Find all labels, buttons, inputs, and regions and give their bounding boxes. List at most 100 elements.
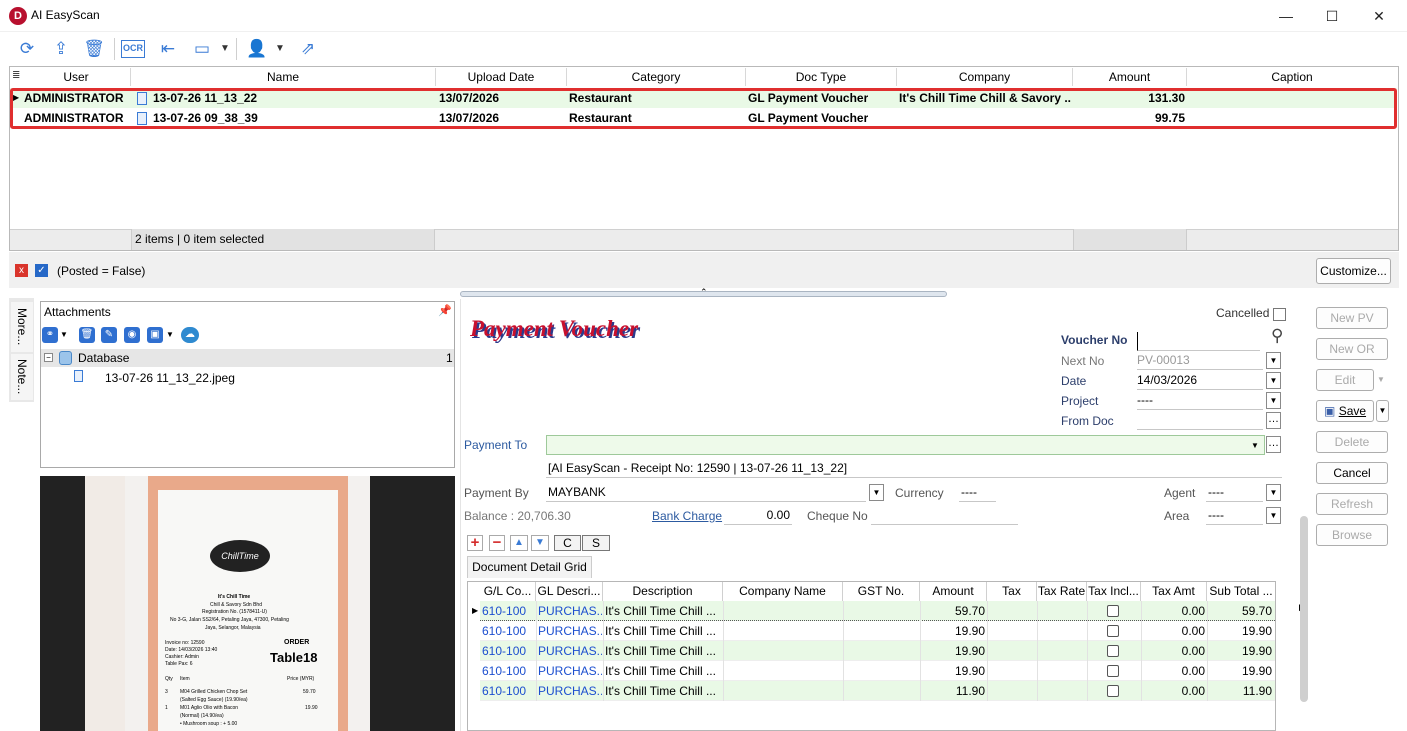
move-up-icon[interactable]: ▲ (510, 535, 528, 551)
bank-charge-input[interactable]: 0.00 (724, 506, 792, 525)
edit-pencil-icon[interactable]: ✎ (101, 327, 117, 343)
dcol-gst-no[interactable]: GST No. (843, 582, 920, 601)
tab-note[interactable]: Note... (11, 354, 33, 400)
area-select[interactable]: ---- (1206, 506, 1263, 525)
col-header-company[interactable]: Company (897, 68, 1073, 86)
voucher-no-input[interactable] (1137, 332, 1260, 351)
dcol-gl-desc[interactable]: GL Descri... (536, 582, 603, 601)
project-dropdown[interactable]: ▼ (1266, 392, 1281, 409)
tax-inclusive-checkbox[interactable] (1107, 645, 1119, 657)
cancel-button[interactable]: Cancel (1316, 462, 1388, 484)
maximize-button[interactable]: ☐ (1309, 0, 1355, 32)
dcol-tax-inclusive[interactable]: Tax Incl... (1087, 582, 1141, 601)
payment-by-select[interactable]: MAYBANK (546, 483, 866, 502)
dcol-description[interactable]: Description (603, 582, 723, 601)
next-no-dropdown[interactable]: ▼ (1266, 352, 1281, 369)
col-header-name[interactable]: Name (131, 68, 436, 86)
move-down-icon[interactable]: ▼ (531, 535, 549, 551)
col-header-upload-date[interactable]: Upload Date (436, 68, 567, 86)
save-dropdown-button[interactable]: ▼ (1376, 400, 1389, 422)
filter-text[interactable]: (Posted = False) (57, 264, 145, 278)
add-row-icon[interactable]: + (467, 535, 483, 551)
user-dropdown-chevron-icon[interactable]: ▼ (273, 38, 287, 60)
col-header-amount[interactable]: Amount (1073, 68, 1187, 86)
minimize-button[interactable]: — (1263, 0, 1309, 32)
remove-row-icon[interactable]: − (489, 535, 505, 551)
currency-select[interactable]: ---- (959, 483, 996, 502)
from-doc-input[interactable] (1137, 411, 1263, 430)
area-dropdown[interactable]: ▼ (1266, 507, 1281, 524)
filter-enabled-checkbox[interactable]: ✓ (35, 264, 48, 277)
receipt-date: Date: 14/03/2026 13:40 (165, 647, 218, 653)
dcol-gl-code[interactable]: G/L Co... (480, 582, 536, 601)
date-dropdown[interactable]: ▼ (1266, 372, 1281, 389)
date-input[interactable]: 14/03/2026 (1137, 371, 1263, 390)
user-icon[interactable]: 👤 (245, 38, 269, 60)
agent-dropdown[interactable]: ▼ (1266, 484, 1281, 501)
ocr-icon[interactable]: OCR (121, 40, 145, 58)
agent-select[interactable]: ---- (1206, 483, 1263, 502)
delete-button[interactable]: Delete (1316, 431, 1388, 453)
link-dropdown-chevron-icon[interactable]: ▼ (60, 330, 68, 339)
layout-icon[interactable]: ▭ (190, 38, 214, 60)
new-pv-button[interactable]: New PV (1316, 307, 1388, 329)
collapse-icon[interactable]: ⇤ (156, 38, 180, 60)
link-icon[interactable]: ⚭ (42, 327, 58, 343)
dcell-description: It's Chill Time Chill ... (605, 604, 716, 618)
cancelled-checkbox[interactable] (1273, 308, 1286, 321)
col-header-doc-type[interactable]: Doc Type (746, 68, 897, 86)
share-icon[interactable]: ⇗ (296, 38, 320, 60)
column-chooser-icon[interactable]: ≣ (12, 70, 20, 81)
dcol-tax-amt[interactable]: Tax Amt (1141, 582, 1207, 601)
col-header-user[interactable]: User (22, 68, 131, 86)
s-button[interactable]: S (582, 535, 610, 551)
save-dropdown-chevron-icon[interactable]: ▼ (166, 330, 174, 339)
close-window-button[interactable]: ✕ (1356, 0, 1402, 32)
payment-to-chevron-icon[interactable]: ▼ (1251, 441, 1259, 450)
edit-dropdown-chevron-icon[interactable]: ▼ (1377, 375, 1385, 384)
upload-icon[interactable]: ⇪ (49, 38, 73, 60)
pin-icon[interactable]: 📌 (438, 304, 452, 317)
bank-charge-link[interactable]: Bank Charge (652, 509, 722, 523)
edit-button[interactable]: Edit (1316, 369, 1374, 391)
layout-dropdown-chevron-icon[interactable]: ▼ (218, 38, 232, 60)
col-header-caption[interactable]: Caption (1187, 68, 1397, 86)
save-button[interactable]: ▣ Save (1316, 400, 1374, 422)
payment-by-dropdown[interactable]: ▼ (869, 484, 884, 501)
tax-inclusive-checkbox[interactable] (1107, 685, 1119, 697)
splitter-chevron-up-icon[interactable]: ⌃ (700, 287, 708, 298)
cheque-no-input[interactable] (871, 506, 1018, 525)
collapse-tree-icon[interactable]: − (44, 353, 53, 362)
tab-more[interactable]: More... (11, 302, 33, 352)
clear-filter-icon[interactable]: x (15, 264, 28, 277)
tree-item-file[interactable]: 13-07-26 11_13_22.jpeg (105, 371, 235, 385)
trash-icon[interactable]: 🗑 (82, 38, 106, 60)
c-button[interactable]: C (554, 535, 581, 551)
tax-inclusive-checkbox[interactable] (1107, 625, 1119, 637)
browse-button[interactable]: Browse (1316, 524, 1388, 546)
save-disk-icon[interactable]: ▣ (147, 327, 163, 343)
from-doc-browse-button[interactable]: … (1266, 412, 1281, 429)
delete-attachment-icon[interactable]: 🗑 (79, 327, 95, 343)
payment-to-input[interactable] (546, 435, 1265, 455)
payment-to-browse-button[interactable]: … (1266, 436, 1281, 453)
tax-inclusive-checkbox[interactable] (1107, 665, 1119, 677)
payment-to-description[interactable]: [AI EasyScan - Receipt No: 12590 | 13-07… (546, 459, 1282, 478)
project-select[interactable]: ---- (1137, 391, 1263, 410)
customize-button[interactable]: Customize... (1316, 258, 1391, 284)
refresh-icon[interactable]: ⟳ (15, 38, 39, 60)
dcol-tax[interactable]: Tax (987, 582, 1037, 601)
tax-inclusive-checkbox[interactable] (1107, 605, 1119, 617)
tab-document-detail-grid[interactable]: Document Detail Grid (467, 556, 592, 578)
refresh-button[interactable]: Refresh (1316, 493, 1388, 515)
new-or-button[interactable]: New OR (1316, 338, 1388, 360)
search-icon[interactable]: ⚲ (1271, 326, 1283, 346)
dcol-amount[interactable]: Amount (920, 582, 987, 601)
dcol-company-name[interactable]: Company Name (723, 582, 843, 601)
cloud-upload-icon[interactable]: ☁ (181, 327, 199, 343)
dcol-tax-rate[interactable]: Tax Rate (1037, 582, 1087, 601)
col-header-category[interactable]: Category (567, 68, 746, 86)
vertical-scrollbar[interactable] (1300, 516, 1308, 702)
dcol-sub-total[interactable]: Sub Total ... (1207, 582, 1275, 601)
view-eye-icon[interactable]: ◉ (124, 327, 140, 343)
